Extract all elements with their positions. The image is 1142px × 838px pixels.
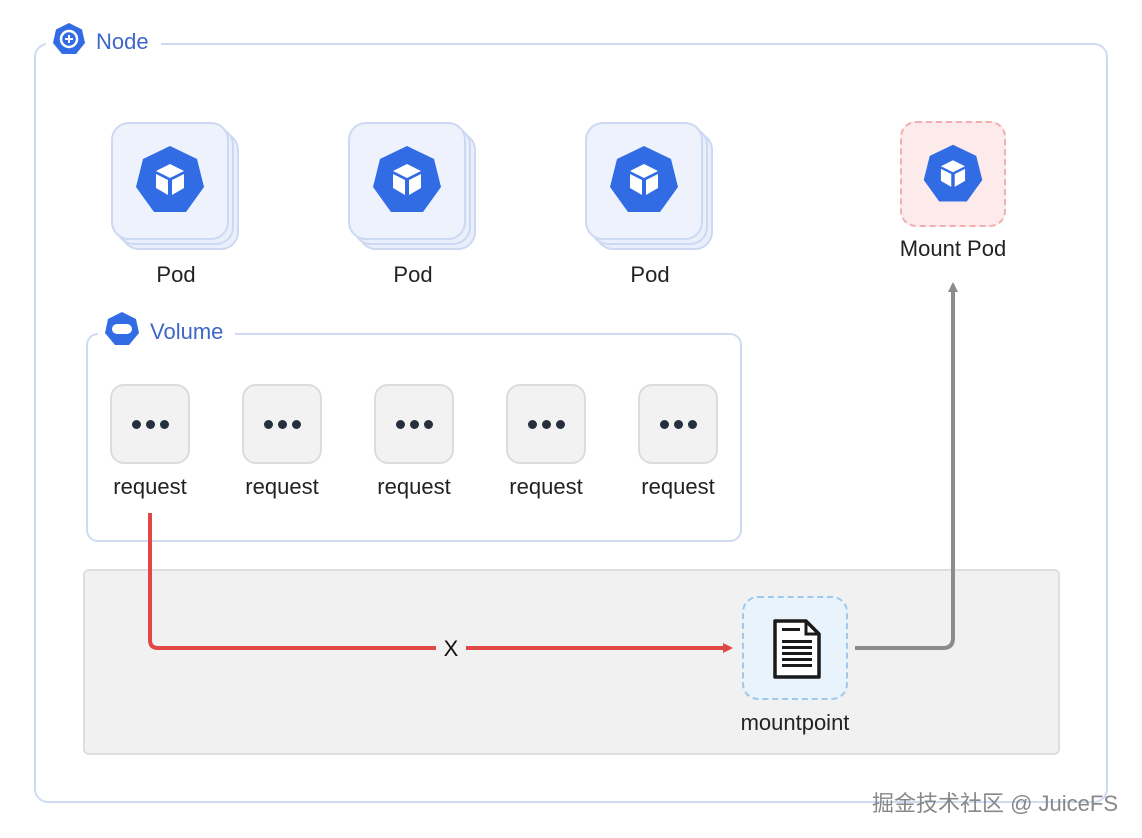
kubernetes-node-icon: [52, 22, 86, 62]
request-label: request: [641, 474, 715, 499]
document-icon: [773, 619, 821, 679]
request-label: request: [113, 474, 187, 499]
watermark: 掘金技术社区 @ JuiceFS: [871, 791, 1118, 816]
volume-header: Volume: [98, 311, 236, 353]
request-label: request: [245, 474, 319, 499]
request-card[interactable]: [638, 384, 718, 464]
more-dots-icon: [131, 419, 169, 429]
node-label: Node: [96, 29, 149, 54]
pod-card[interactable]: [348, 122, 482, 256]
mount-pod-card[interactable]: [900, 121, 1006, 227]
kubernetes-pod-icon: [922, 143, 984, 205]
request-card[interactable]: [242, 384, 322, 464]
kubernetes-volume-icon: [104, 311, 140, 353]
pod-label: Pod: [393, 262, 433, 287]
mountpoint-label: mountpoint: [740, 710, 850, 735]
more-dots-icon: [527, 419, 565, 429]
request-label: request: [509, 474, 583, 499]
kubernetes-pod-icon: [608, 144, 680, 216]
failed-edge-label: X: [436, 634, 466, 664]
pod-card[interactable]: [585, 122, 719, 256]
request-card[interactable]: [374, 384, 454, 464]
mount-pod-label: Mount Pod: [899, 236, 1007, 261]
volume-label: Volume: [150, 319, 224, 344]
more-dots-icon: [263, 419, 301, 429]
request-card[interactable]: [506, 384, 586, 464]
kubernetes-pod-icon: [371, 144, 443, 216]
host-filesystem-area: [83, 569, 1060, 755]
kubernetes-pod-icon: [134, 144, 206, 216]
node-header: Node: [46, 22, 161, 62]
pod-card[interactable]: [111, 122, 245, 256]
more-dots-icon: [659, 419, 697, 429]
request-label: request: [377, 474, 451, 499]
pod-label: Pod: [156, 262, 196, 287]
pod-label: Pod: [630, 262, 670, 287]
more-dots-icon: [395, 419, 433, 429]
mountpoint-card[interactable]: [742, 596, 848, 700]
request-card[interactable]: [110, 384, 190, 464]
